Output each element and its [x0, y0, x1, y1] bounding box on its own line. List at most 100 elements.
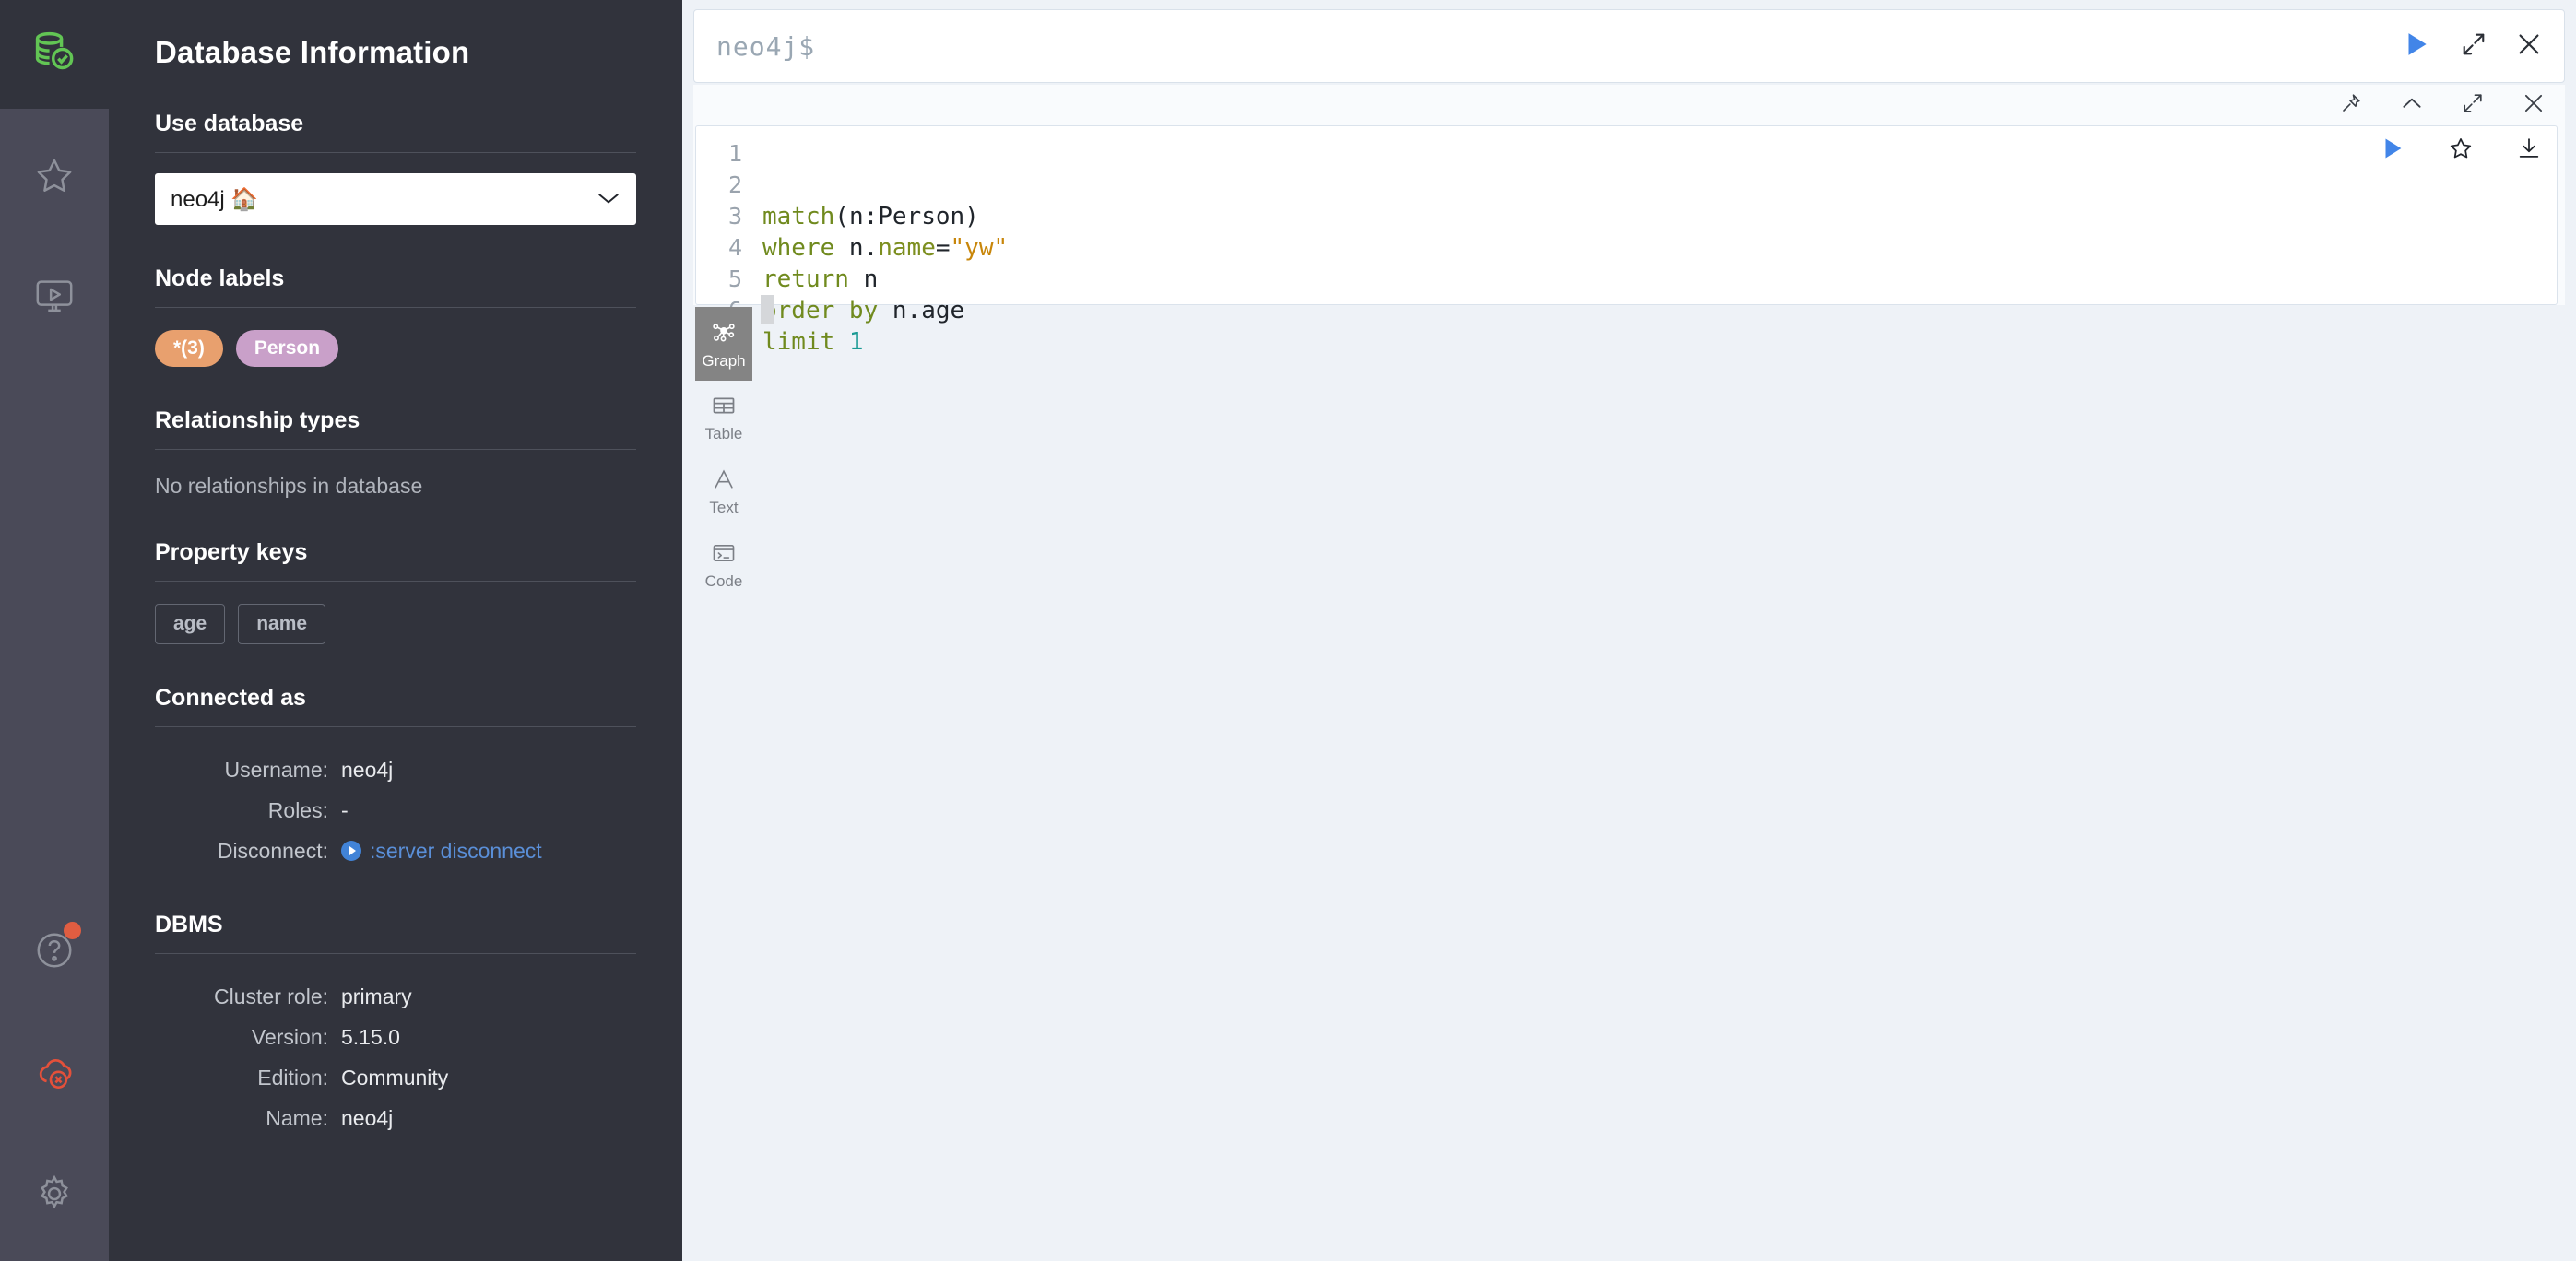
run-query-button[interactable] — [2387, 18, 2446, 75]
chevron-down-icon — [597, 189, 620, 209]
property-key-chip-list: age name — [155, 604, 636, 644]
monitor-play-icon — [33, 275, 76, 322]
maximize-frame-button[interactable] — [2454, 87, 2491, 124]
section-heading-relationship-types: Relationship types — [155, 407, 636, 434]
result-frame: 1 2 3 4 5 6 match(n:Person)where n.name=… — [693, 85, 2565, 305]
play-icon — [341, 841, 361, 861]
section-heading-dbms: DBMS — [155, 912, 636, 938]
property-key-chip[interactable]: age — [155, 604, 225, 644]
expand-arrows-icon — [2462, 92, 2484, 119]
cypher-editor-panel[interactable]: 1 2 3 4 5 6 match(n:Person)where n.name=… — [695, 125, 2558, 305]
editor-fullscreen-button[interactable] — [2446, 18, 2501, 74]
cypher-prompt-input[interactable]: neo4j$ — [716, 31, 2387, 62]
neo4j-logo — [0, 0, 109, 109]
use-database-select[interactable]: neo4j 🏠 — [155, 173, 636, 225]
pin-frame-button[interactable] — [2333, 87, 2369, 124]
info-row: Disconnect: :server disconnect — [155, 831, 636, 871]
collapse-frame-button[interactable] — [2393, 87, 2430, 124]
info-value: neo4j — [341, 1098, 393, 1138]
divider — [155, 953, 636, 954]
info-key: Name: — [155, 1098, 341, 1138]
connected-as-list: Username: neo4j Roles: - Disconnect: :se… — [155, 749, 636, 871]
line-number-gutter: 1 2 3 4 5 6 — [696, 126, 753, 304]
sidebar-item-guides[interactable] — [22, 265, 87, 330]
close-icon — [2522, 91, 2546, 120]
editor-close-button[interactable] — [2501, 18, 2557, 74]
node-label-chip[interactable]: Person — [236, 330, 338, 367]
close-icon — [2515, 30, 2543, 63]
star-icon — [2448, 136, 2474, 166]
line-number: 5 — [696, 264, 742, 295]
favorite-query-button[interactable] — [2442, 132, 2479, 169]
divider — [155, 449, 636, 450]
line-number: 2 — [696, 170, 742, 201]
close-frame-button[interactable] — [2515, 87, 2552, 124]
run-code-button[interactable] — [2374, 132, 2411, 169]
info-key: Roles: — [155, 790, 341, 831]
sidebar-item-help[interactable] — [22, 920, 87, 984]
cypher-code-text[interactable]: match(n:Person)where n.name="yw"return n… — [753, 126, 2557, 304]
code-token: order by — [762, 297, 892, 324]
code-token: : — [864, 203, 879, 230]
chevron-up-icon — [2400, 91, 2424, 120]
code-line — [762, 358, 2557, 389]
cloud-x-icon — [33, 1051, 76, 1098]
divider — [155, 726, 636, 727]
tab-label: Graph — [702, 353, 745, 370]
tab-code[interactable]: Code — [695, 528, 752, 602]
divider — [155, 307, 636, 308]
info-value: primary — [341, 976, 412, 1017]
info-key: Cluster role: — [155, 976, 341, 1017]
code-token: return — [762, 265, 864, 293]
code-token: age — [921, 297, 964, 324]
info-value: - — [341, 790, 349, 831]
code-token: ) — [964, 203, 979, 230]
code-token: n — [849, 203, 864, 230]
chip-label: Person — [254, 337, 320, 359]
line-number: 1 — [696, 138, 742, 170]
terminal-icon — [711, 540, 737, 571]
code-token: n — [864, 265, 879, 293]
database-information-panel: Database Information Use database neo4j … — [109, 0, 682, 1261]
info-row: Version: 5.15.0 — [155, 1017, 636, 1057]
info-row: Name: neo4j — [155, 1098, 636, 1138]
left-icon-rail — [0, 0, 109, 1261]
node-label-chip-list: *(3) Person — [155, 330, 636, 367]
code-token: . — [907, 297, 922, 324]
main-content-area: neo4j$ — [682, 0, 2576, 1261]
code-token: ( — [834, 203, 849, 230]
info-key: Username: — [155, 749, 341, 790]
tab-label: Text — [709, 500, 738, 516]
download-query-button[interactable] — [2511, 132, 2547, 169]
frame-toolbar — [693, 85, 2565, 125]
info-row: Cluster role: primary — [155, 976, 636, 1017]
tab-table[interactable]: Table — [695, 381, 752, 454]
code-token: . — [864, 234, 879, 262]
code-token: 1 — [849, 328, 864, 356]
tab-text[interactable]: Text — [695, 454, 752, 528]
node-label-chip[interactable]: *(3) — [155, 330, 223, 367]
sidebar-item-disconnected[interactable] — [22, 1042, 87, 1106]
section-heading-connected-as: Connected as — [155, 685, 636, 712]
property-key-chip[interactable]: name — [238, 604, 325, 644]
info-key: Edition: — [155, 1057, 341, 1098]
line-number: 3 — [696, 201, 742, 232]
letter-a-icon — [711, 466, 737, 497]
gear-icon — [33, 1173, 76, 1220]
sidebar-item-settings[interactable] — [22, 1163, 87, 1228]
sidebar-item-favorites[interactable] — [22, 146, 87, 210]
tab-graph[interactable]: Graph — [695, 307, 752, 381]
chip-label: age — [173, 613, 207, 634]
cypher-command-bar[interactable]: neo4j$ — [693, 9, 2565, 83]
play-icon — [2401, 29, 2432, 65]
info-row: Edition: Community — [155, 1057, 636, 1098]
server-disconnect-link[interactable]: :server disconnect — [370, 831, 542, 871]
code-token: n — [849, 234, 864, 262]
code-token: name — [878, 234, 936, 262]
help-notification-badge — [64, 922, 81, 939]
section-heading-node-labels: Node labels — [155, 265, 636, 292]
code-token: = — [936, 234, 951, 262]
divider — [155, 152, 636, 153]
star-icon — [33, 155, 76, 202]
code-line: match(n:Person) — [762, 201, 2557, 232]
